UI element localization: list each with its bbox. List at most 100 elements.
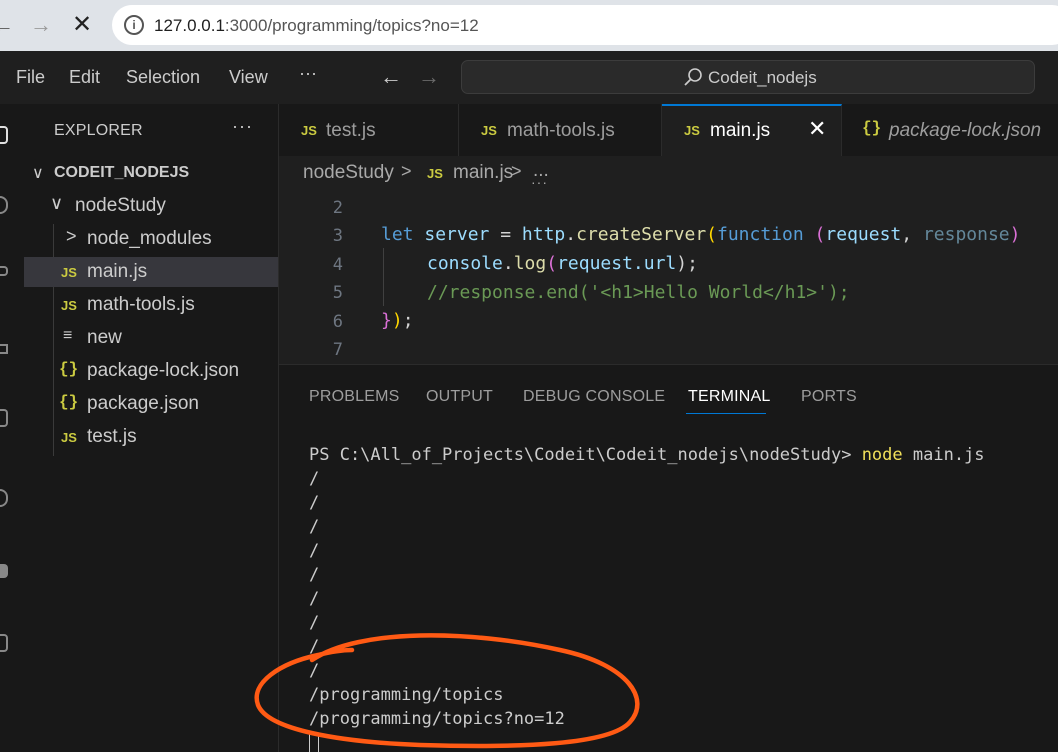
menu-more-icon[interactable]: ··· bbox=[299, 63, 317, 84]
tree-item-label: test.js bbox=[87, 426, 137, 447]
tree-item-label: new bbox=[87, 327, 122, 348]
account-activity-icon[interactable] bbox=[0, 634, 8, 652]
line-number: 5 bbox=[332, 283, 343, 303]
tree-item-nodestudy[interactable]: ∨ nodeStudy bbox=[24, 191, 278, 221]
nav-forward-icon[interactable]: → bbox=[418, 64, 440, 90]
tree-item-package-json[interactable]: {} package.json bbox=[24, 389, 278, 419]
tab-math-tools-js[interactable]: JS math-tools.js bbox=[459, 104, 662, 156]
code-token: request.url bbox=[557, 253, 677, 274]
testing-activity-icon[interactable] bbox=[0, 564, 8, 578]
url-host: 127.0.0.1 bbox=[154, 16, 225, 35]
site-info-icon[interactable]: i bbox=[124, 15, 144, 35]
code-token: ) bbox=[391, 310, 403, 331]
tree-item-node-modules[interactable]: > node_modules bbox=[24, 224, 278, 254]
code-token: ( bbox=[706, 224, 717, 245]
menu-edit[interactable]: Edit bbox=[69, 67, 100, 88]
tree-item-main-js[interactable]: JS main.js bbox=[24, 257, 278, 287]
url-text[interactable]: 127.0.0.1:3000/programming/topics?no=12 bbox=[154, 16, 479, 36]
search-activity-icon[interactable] bbox=[0, 196, 8, 214]
menu-file[interactable]: File bbox=[16, 67, 45, 88]
explorer-title: EXPLORER bbox=[54, 122, 143, 139]
url-path: :3000/programming/topics?no=12 bbox=[224, 16, 479, 35]
tab-test-js[interactable]: JS test.js bbox=[279, 104, 459, 156]
browser-back-button[interactable]: ← bbox=[0, 10, 14, 40]
close-icon[interactable]: ✕ bbox=[808, 116, 826, 142]
chevron-down-icon: ∨ bbox=[50, 193, 64, 213]
terminal-line: / bbox=[309, 589, 320, 609]
terminal-line: / bbox=[309, 493, 320, 513]
code-editor[interactable]: 2 3 4 5 6 7 let server = http.createServ… bbox=[279, 190, 1058, 364]
line-number: 4 bbox=[332, 255, 343, 275]
terminal-cursor-line bbox=[309, 731, 985, 752]
tab-terminal[interactable]: TERMINAL bbox=[688, 388, 771, 406]
code-line-6: }); bbox=[381, 310, 414, 331]
terminal-line: / bbox=[309, 613, 320, 633]
browser-stop-button[interactable]: ✕ bbox=[72, 10, 92, 40]
js-file-icon: JS bbox=[684, 123, 700, 138]
chevron-right-icon: > bbox=[66, 226, 77, 246]
activity-bar bbox=[0, 104, 24, 752]
tab-package-lock-json[interactable]: {} package-lock.json bbox=[842, 104, 1058, 156]
breadcrumb-file[interactable]: main.js bbox=[453, 162, 513, 184]
terminal-line: / bbox=[309, 661, 320, 681]
menu-selection[interactable]: Selection bbox=[126, 67, 200, 88]
terminal-line: / bbox=[309, 469, 320, 489]
chevron-down-icon: ∨ bbox=[32, 165, 44, 182]
code-token: ( bbox=[546, 253, 558, 274]
terminal-prompt: PS C:\All_of_Projects\Codeit\Codeit_node… bbox=[309, 445, 862, 465]
terminal-output[interactable]: PS C:\All_of_Projects\Codeit\Codeit_node… bbox=[309, 443, 985, 752]
nav-back-icon[interactable]: ← bbox=[380, 64, 402, 90]
bottom-panel: PROBLEMS OUTPUT DEBUG CONSOLE TERMINAL P… bbox=[279, 364, 1058, 752]
run-activity-icon[interactable] bbox=[0, 344, 8, 354]
code-token: let bbox=[381, 224, 414, 245]
code-line-3: let server = http.createServer(function … bbox=[381, 224, 1020, 245]
scm-activity-icon[interactable] bbox=[0, 266, 8, 276]
terminal-line: / bbox=[309, 517, 320, 537]
code-token: } bbox=[381, 310, 392, 331]
command-center[interactable]: Codeit_nodejs bbox=[461, 60, 1035, 94]
tree-item-math-tools-js[interactable]: JS math-tools.js bbox=[24, 290, 278, 320]
js-file-icon: JS bbox=[61, 298, 77, 313]
chevron-right-icon: > bbox=[401, 161, 412, 181]
terminal-command: node bbox=[861, 445, 903, 465]
code-token: , bbox=[901, 224, 923, 245]
code-token: request bbox=[825, 224, 902, 245]
code-token: ); bbox=[676, 253, 698, 274]
tree-item-label: main.js bbox=[87, 261, 148, 282]
breadcrumb-folder[interactable]: nodeStudy bbox=[303, 162, 394, 184]
code-token: http bbox=[521, 224, 566, 245]
remote-activity-icon[interactable] bbox=[0, 489, 8, 507]
tab-main-js[interactable]: JS main.js ✕ bbox=[662, 104, 842, 156]
indent-guide bbox=[383, 248, 384, 306]
explorer-activity-icon[interactable] bbox=[0, 126, 8, 144]
code-token: . bbox=[502, 253, 514, 274]
terminal-line: / bbox=[309, 565, 320, 585]
tree-item-test-js[interactable]: JS test.js bbox=[24, 422, 278, 452]
code-token: ) bbox=[1009, 224, 1021, 245]
tab-problems[interactable]: PROBLEMS bbox=[309, 388, 400, 406]
tree-item-label: package.json bbox=[87, 393, 199, 414]
code-token: server bbox=[424, 224, 490, 245]
tab-ports[interactable]: PORTS bbox=[801, 388, 857, 406]
tab-debug-console[interactable]: DEBUG CONSOLE bbox=[523, 388, 665, 406]
explorer-more-icon[interactable]: ··· bbox=[232, 116, 253, 137]
tree-item-package-lock-json[interactable]: {} package-lock.json bbox=[24, 356, 278, 386]
terminal-command-arg: main.js bbox=[902, 445, 985, 465]
tab-label: main.js bbox=[710, 120, 771, 141]
browser-toolbar: ← → ✕ i 127.0.0.1:3000/programming/topic… bbox=[0, 0, 1058, 51]
menu-view[interactable]: View bbox=[229, 67, 268, 88]
terminal-line: / bbox=[309, 541, 320, 561]
line-number: 2 bbox=[332, 198, 343, 218]
terminal-cursor bbox=[309, 733, 319, 752]
extensions-activity-icon[interactable] bbox=[0, 409, 8, 427]
project-header[interactable]: ∨ CODEIT_NODEJS bbox=[24, 161, 278, 191]
browser-forward-button[interactable]: → bbox=[30, 10, 52, 40]
tab-output[interactable]: OUTPUT bbox=[426, 388, 493, 406]
hidden-lines-icon: ··· bbox=[531, 174, 548, 190]
address-bar[interactable]: i 127.0.0.1:3000/programming/topics?no=1… bbox=[112, 5, 1058, 45]
tab-label: package-lock.json bbox=[889, 120, 1042, 141]
js-file-icon: JS bbox=[481, 123, 497, 138]
command-center-label: Codeit_nodejs bbox=[708, 68, 817, 87]
tree-item-new[interactable]: ≡ new bbox=[24, 323, 278, 353]
